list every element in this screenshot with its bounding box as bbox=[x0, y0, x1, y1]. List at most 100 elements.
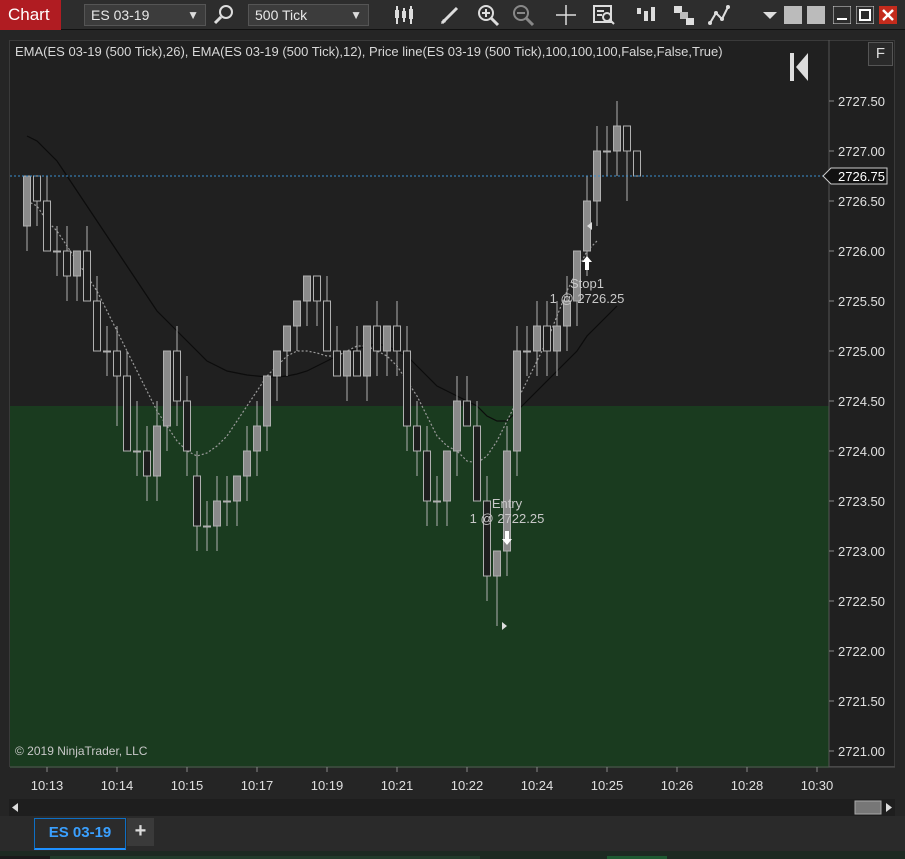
f-button[interactable]: F bbox=[868, 42, 893, 66]
time-tick-label: 10:26 bbox=[661, 778, 694, 793]
candle-body bbox=[153, 425, 161, 477]
price-tick-label: 2722.50 bbox=[838, 594, 885, 609]
candle-body bbox=[183, 400, 191, 452]
scroll-right-icon[interactable] bbox=[886, 803, 892, 812]
candle-body bbox=[123, 375, 131, 452]
candle-body bbox=[333, 350, 341, 377]
stop-detail: 1 @ 2726.25 bbox=[550, 291, 625, 306]
time-tick-label: 10:30 bbox=[801, 778, 834, 793]
candle-body bbox=[113, 350, 121, 377]
horizontal-scrollbar[interactable] bbox=[9, 799, 895, 816]
time-tick-label: 10:15 bbox=[171, 778, 204, 793]
candle-body bbox=[413, 425, 421, 452]
price-axis: 2727.50 2727.00 2726.50 2726.00 2725.50 2725.… bbox=[829, 94, 885, 759]
candle-body bbox=[193, 475, 201, 527]
price-tick-label: 2722.00 bbox=[838, 644, 885, 659]
candle-body bbox=[303, 275, 311, 302]
time-axis: 10:13 10:14 10:15 10:17 10:19 10:21 10:22 10:24… bbox=[31, 767, 834, 793]
candle-body bbox=[103, 350, 111, 353]
candle-body bbox=[613, 125, 621, 152]
candle-body bbox=[463, 400, 471, 427]
candle-body bbox=[493, 550, 501, 577]
candle-body bbox=[223, 500, 231, 503]
price-tick-label: 2726.00 bbox=[838, 244, 885, 259]
candle-body bbox=[363, 325, 371, 377]
candle-body bbox=[163, 350, 171, 427]
candle-body bbox=[313, 275, 321, 302]
candle-body bbox=[63, 250, 71, 277]
green-zone bbox=[10, 406, 829, 768]
candle-body bbox=[273, 350, 281, 377]
price-tick-label: 2724.50 bbox=[838, 394, 885, 409]
price-tick-label: 2725.50 bbox=[838, 294, 885, 309]
time-tick-label: 10:22 bbox=[451, 778, 484, 793]
ema26-line bbox=[26, 135, 618, 422]
candle-body bbox=[553, 325, 561, 352]
entry-label: Entry bbox=[492, 496, 523, 511]
time-tick-label: 10:28 bbox=[731, 778, 764, 793]
candle-body bbox=[73, 250, 81, 277]
price-tick-label: 2724.00 bbox=[838, 444, 885, 459]
stop-label: Stop1 bbox=[570, 276, 604, 291]
candle-body bbox=[513, 350, 521, 452]
chart-window: Chart ES 03-19 ▼ 500 Tick ▼ 2727.50 2727… bbox=[0, 0, 905, 859]
entry-detail: 1 @ 2722.25 bbox=[470, 511, 545, 526]
candle-body bbox=[43, 200, 51, 252]
candle-body bbox=[633, 150, 641, 177]
price-line-label: 2726.75 bbox=[838, 169, 885, 184]
candle-body bbox=[403, 350, 411, 427]
candle-body bbox=[33, 175, 41, 202]
candle-body bbox=[83, 250, 91, 302]
candle-body bbox=[213, 500, 221, 527]
indicator-label: EMA(ES 03-19 (500 Tick),26), EMA(ES 03-1… bbox=[15, 44, 723, 59]
candle-body bbox=[23, 175, 31, 227]
scroll-to-end-icon[interactable] bbox=[790, 53, 808, 81]
candle-body bbox=[423, 450, 431, 502]
candle-body bbox=[233, 475, 241, 502]
time-tick-label: 10:13 bbox=[31, 778, 64, 793]
bottom-strip bbox=[0, 851, 905, 859]
copyright-text: © 2019 NinjaTrader, LLC bbox=[15, 744, 148, 758]
price-tick-label: 2727.00 bbox=[838, 144, 885, 159]
candle-body bbox=[263, 375, 271, 427]
price-tick-label: 2721.50 bbox=[838, 694, 885, 709]
candle-body bbox=[293, 300, 301, 327]
scroll-left-icon[interactable] bbox=[12, 803, 18, 812]
scrollbar-thumb[interactable] bbox=[854, 800, 882, 815]
candle-body bbox=[133, 450, 141, 453]
price-line-marker: 2726.75 bbox=[822, 167, 888, 185]
tab-es-03-19[interactable]: ES 03-19 bbox=[34, 818, 126, 850]
candle-body bbox=[523, 350, 531, 353]
candle-body bbox=[283, 325, 291, 352]
candle-body bbox=[453, 400, 461, 452]
candle-body bbox=[383, 325, 391, 352]
time-tick-label: 10:25 bbox=[591, 778, 624, 793]
price-tick-label: 2721.00 bbox=[838, 744, 885, 759]
candle-body bbox=[433, 500, 441, 503]
time-tick-label: 10:24 bbox=[521, 778, 554, 793]
candle-body bbox=[243, 450, 251, 477]
candle-body bbox=[343, 350, 351, 377]
candle-body bbox=[443, 450, 451, 502]
candle-body bbox=[173, 350, 181, 402]
candle-body bbox=[53, 250, 61, 253]
candle-body bbox=[143, 450, 151, 477]
candle-body bbox=[623, 125, 631, 152]
candle-body bbox=[353, 350, 361, 377]
candle-body bbox=[603, 150, 611, 153]
candle-body bbox=[93, 300, 101, 352]
candle-body bbox=[533, 325, 541, 352]
candle-body bbox=[253, 425, 261, 452]
candle-body bbox=[393, 325, 401, 352]
time-tick-label: 10:14 bbox=[101, 778, 134, 793]
time-tick-label: 10:21 bbox=[381, 778, 414, 793]
candle-body bbox=[473, 425, 481, 502]
time-tick-label: 10:17 bbox=[241, 778, 274, 793]
price-chart[interactable]: 2727.50 2727.00 2726.50 2726.00 2725.50 2725.… bbox=[0, 0, 905, 859]
add-tab-button[interactable]: + bbox=[127, 818, 154, 846]
time-tick-label: 10:19 bbox=[311, 778, 344, 793]
candle-body bbox=[203, 525, 211, 528]
price-tick-label: 2727.50 bbox=[838, 94, 885, 109]
price-tick-label: 2723.50 bbox=[838, 494, 885, 509]
candle-body bbox=[373, 325, 381, 352]
